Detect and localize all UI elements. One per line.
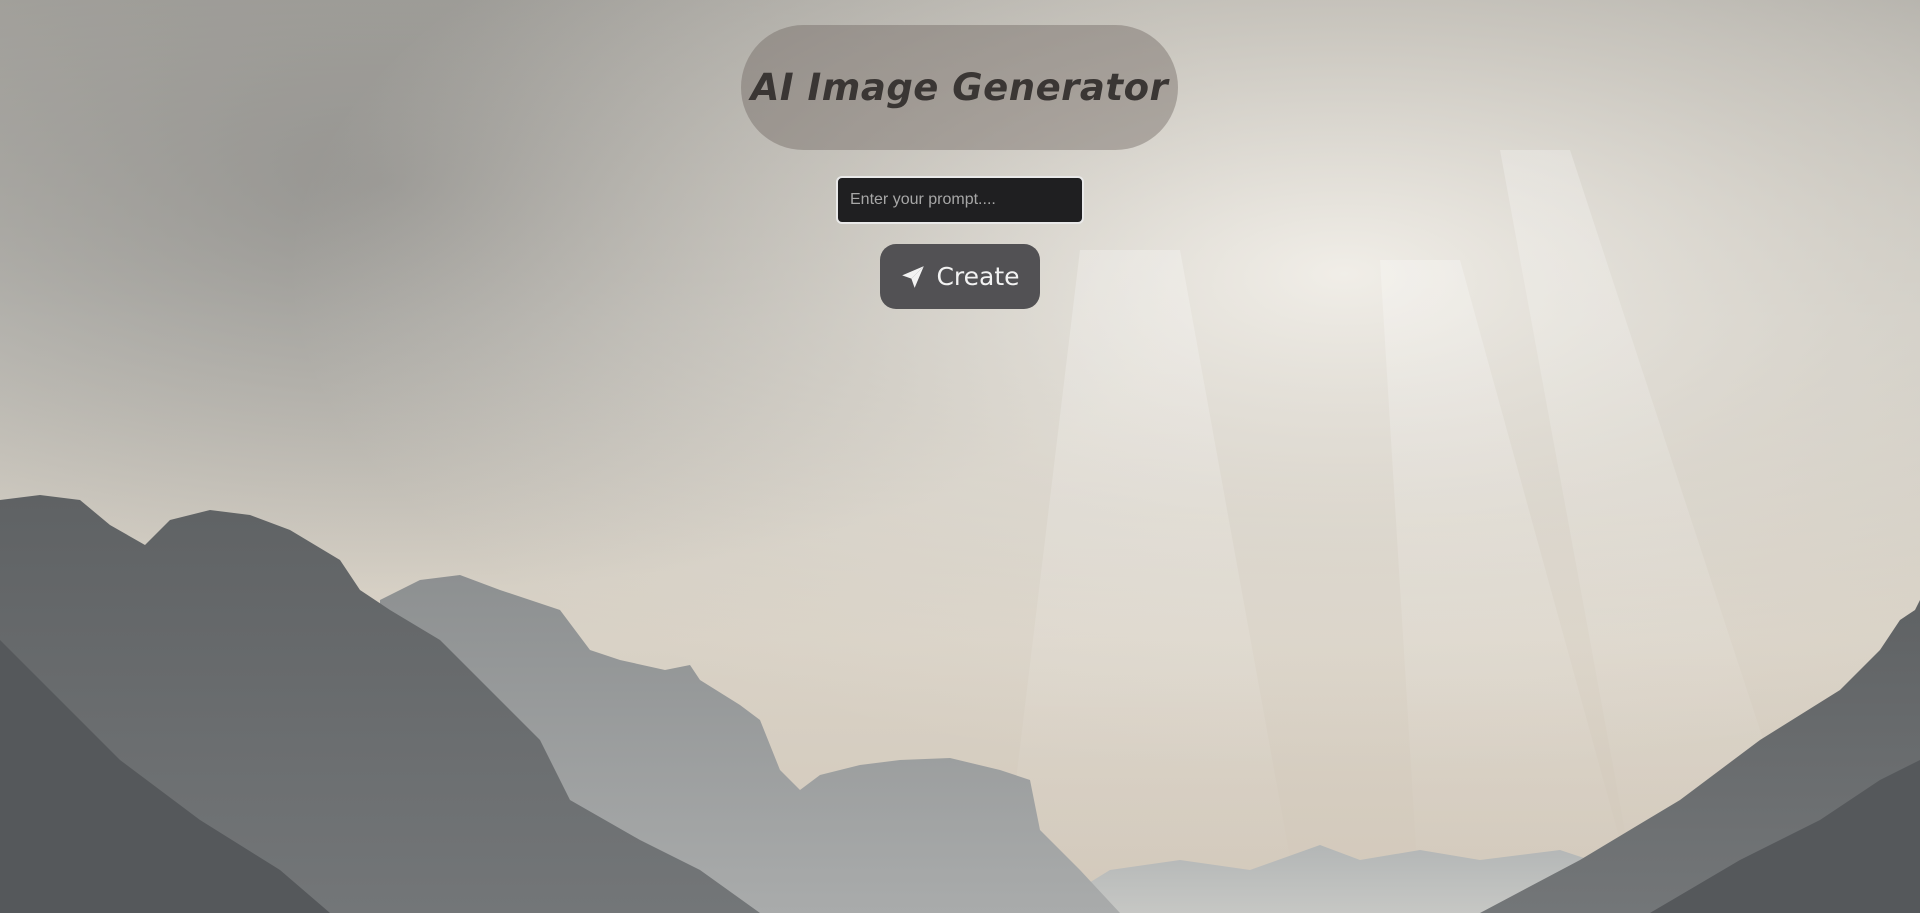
prompt-input[interactable] — [836, 176, 1084, 224]
send-icon — [900, 264, 926, 290]
create-button-label: Create — [936, 262, 1020, 291]
title-banner: AI Image Generator — [741, 25, 1178, 150]
create-button[interactable]: Create — [880, 244, 1040, 309]
page-title: AI Image Generator — [750, 66, 1169, 109]
